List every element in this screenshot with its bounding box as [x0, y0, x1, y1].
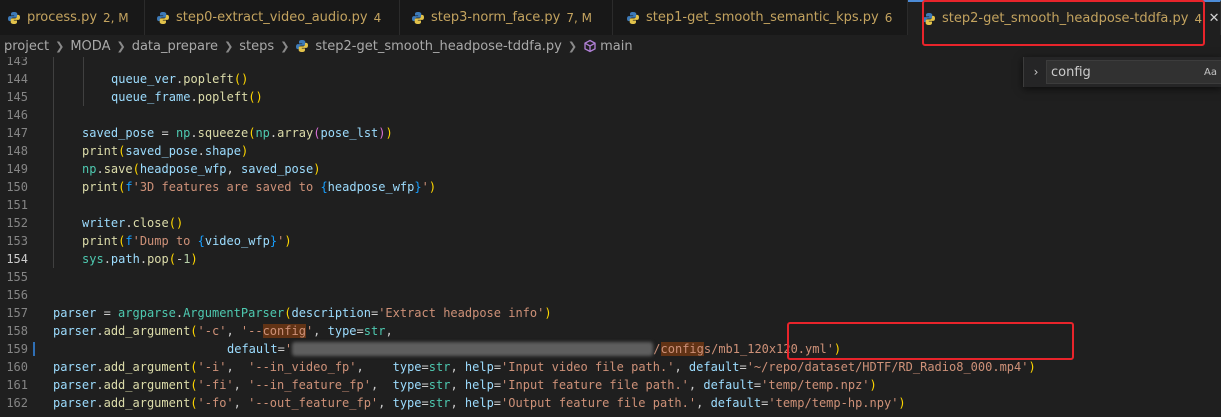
code-line: 155	[0, 268, 1221, 286]
modified-gutter-marker	[33, 342, 35, 356]
line-number: 151	[6, 198, 28, 212]
code-text: print(f'Dump to {video_wfp}')	[82, 234, 292, 248]
line-number: 143	[6, 57, 28, 68]
code-line: 162 parser.add_argument('-fo', '--out_fe…	[0, 394, 1221, 412]
match-case-toggle[interactable]: Aa	[1204, 65, 1217, 80]
code-text: sys.path.pop(-1)	[82, 252, 198, 266]
chevron-right-icon: ❯	[55, 39, 65, 53]
line-number: 161	[6, 378, 28, 392]
code-line: 147 saved_pose = np.squeeze(np.array(pos…	[0, 124, 1221, 142]
code-line: 145 queue_frame.popleft()	[0, 88, 1221, 106]
tab-process[interactable]: process.py 2, M	[0, 0, 145, 35]
code-line: 151	[0, 196, 1221, 214]
python-file-icon	[157, 11, 169, 24]
code-line: 146	[0, 106, 1221, 124]
tab-badge: 2, M	[103, 10, 129, 25]
tab-step0[interactable]: step0-extract_video_audio.py 4	[145, 0, 400, 35]
breadcrumb-item[interactable]: project	[4, 39, 49, 54]
code-text: parser = argparse.ArgumentParser(descrip…	[53, 306, 552, 320]
python-file-icon	[8, 11, 20, 24]
code-text: queue_ver.popleft()	[111, 72, 249, 86]
line-number: 152	[6, 216, 28, 230]
line-number: 150	[6, 180, 28, 194]
python-file-icon	[412, 11, 424, 24]
tab-badge: 4	[373, 10, 382, 25]
code-text: queue_frame.popleft()	[111, 90, 263, 104]
line-number: 153	[6, 234, 28, 248]
line-number: 159	[6, 342, 28, 356]
line-number: 162	[6, 396, 28, 410]
line-number: 156	[6, 288, 28, 302]
close-icon[interactable]: ✕	[1208, 11, 1220, 27]
code-line-current: 154 sys.path.pop(-1)	[0, 250, 1221, 268]
code-line: 149 np.save(headpose_wfp, saved_pose)	[0, 160, 1221, 178]
breadcrumb-item[interactable]: steps	[239, 39, 274, 54]
breadcrumb-item[interactable]: step2-get_smooth_headpose-tddfa.py	[315, 39, 561, 54]
code-text: default='/mnt/workspace/group/dataset/pr…	[227, 342, 842, 356]
line-number: 157	[6, 306, 28, 320]
code-line: 150 print(f'3D features are saved to {he…	[0, 178, 1221, 196]
tab-step1[interactable]: step1-get_smooth_semantic_kps.py 6	[613, 0, 908, 35]
code-line: 160 parser.add_argument('-i', '--in_vide…	[0, 358, 1221, 376]
symbol-method-icon	[584, 39, 596, 53]
breadcrumb-item[interactable]: MODA	[70, 39, 110, 54]
code-line: 153 print(f'Dump to {video_wfp}')	[0, 232, 1221, 250]
breadcrumb-item[interactable]: main	[600, 39, 632, 54]
code-line: 156	[0, 286, 1221, 304]
line-number: 149	[6, 162, 28, 176]
python-file-icon	[296, 40, 309, 52]
code-text: parser.add_argument('-c', '--config', ty…	[53, 324, 393, 338]
line-number: 154	[6, 252, 28, 266]
code-text: np.save(headpose_wfp, saved_pose)	[82, 162, 321, 176]
annotation-highlight-tab	[922, 0, 1205, 46]
tab-badge: 6	[884, 10, 893, 25]
line-number: 147	[6, 126, 28, 140]
code-line: 161 parser.add_argument('-fi', '--in_fea…	[0, 376, 1221, 394]
chevron-right-icon: ❯	[567, 39, 578, 53]
line-number: 148	[6, 144, 28, 158]
code-text: print(f'3D features are saved to {headpo…	[82, 180, 437, 194]
code-editor[interactable]: 143 144 queue_ver.popleft() 145 queue_fr…	[0, 57, 1221, 417]
code-line: 148 print(saved_pose.shape)	[0, 142, 1221, 160]
code-text: writer.close()	[82, 216, 184, 230]
chevron-right-icon: ❯	[224, 39, 234, 53]
code-text: parser.add_argument('-i', '--in_video_fp…	[53, 360, 1036, 374]
tab-step3[interactable]: step3-norm_face.py 7, M	[400, 0, 613, 35]
line-number: 145	[6, 90, 28, 104]
code-line: 152 writer.close()	[0, 214, 1221, 232]
code-line: 157 parser = argparse.ArgumentParser(des…	[0, 304, 1221, 322]
code-text: print(saved_pose.shape)	[82, 144, 249, 158]
find-input[interactable]	[1051, 63, 1171, 81]
annotation-highlight-config-path	[787, 322, 1074, 360]
line-number: 160	[6, 360, 28, 374]
chevron-right-icon: ❯	[280, 39, 290, 53]
tab-badge: 7, M	[566, 10, 592, 25]
breadcrumb-item[interactable]: data_prepare	[132, 39, 218, 54]
python-file-icon	[627, 11, 639, 24]
chevron-right-icon: ❯	[116, 39, 126, 53]
code-text: saved_pose = np.squeeze(np.array(pose_ls…	[82, 126, 393, 140]
line-number: 158	[6, 324, 28, 338]
chevron-right-icon[interactable]: ›	[1029, 64, 1043, 80]
tab-label: step0-extract_video_audio.py	[176, 10, 368, 25]
code-text: parser.add_argument('-fi', '--in_feature…	[53, 378, 877, 392]
find-widget: › Aa ab	[1023, 57, 1221, 87]
tab-label: step1-get_smooth_semantic_kps.py	[646, 10, 879, 25]
line-number: 155	[6, 270, 28, 284]
tab-label: process.py	[27, 10, 98, 25]
find-input-box: Aa ab	[1046, 60, 1221, 84]
line-number: 146	[6, 108, 28, 122]
line-number: 144	[6, 72, 28, 86]
code-text: parser.add_argument('-fo', '--out_featur…	[53, 396, 906, 410]
tab-label: step3-norm_face.py	[431, 10, 561, 25]
